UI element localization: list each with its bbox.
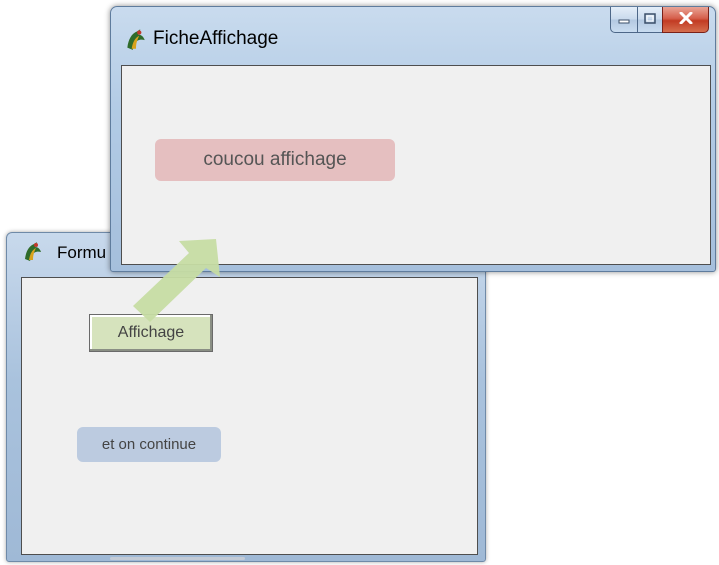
form-window: Formu Affichage et on continue — [6, 232, 486, 562]
continue-label: et on continue — [77, 427, 221, 462]
close-icon — [679, 11, 693, 29]
status-strip — [110, 557, 245, 560]
minimize-icon — [618, 11, 630, 29]
close-button[interactable] — [662, 7, 709, 33]
minimize-button[interactable] — [610, 7, 638, 33]
coucou-label: coucou affichage — [155, 139, 395, 181]
window-title: FicheAffichage — [153, 28, 279, 49]
fiche-client-area: coucou affichage — [121, 65, 711, 265]
fiche-affichage-window: FicheAffichage coucou affichage — [110, 6, 716, 272]
app-icon[interactable] — [123, 26, 149, 52]
form-client-area: Affichage et on continue — [21, 277, 478, 555]
caption-buttons — [610, 7, 709, 33]
app-icon[interactable] — [21, 239, 45, 263]
window-title: Formu — [57, 243, 107, 262]
maximize-button[interactable] — [637, 7, 663, 33]
maximize-icon — [644, 11, 656, 29]
affichage-button[interactable]: Affichage — [89, 314, 213, 352]
